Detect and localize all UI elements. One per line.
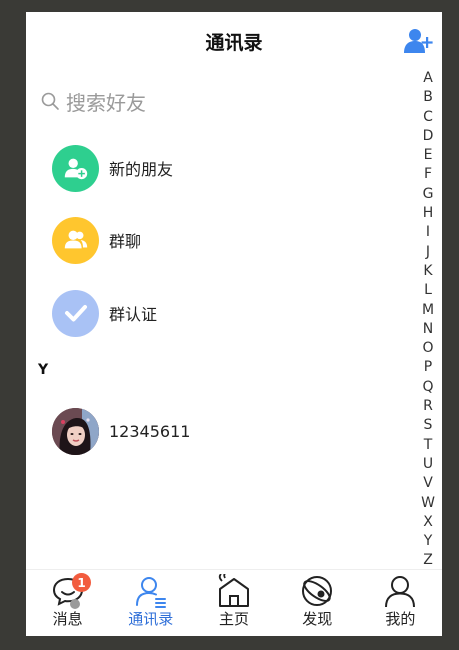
discover-icon: [302, 576, 333, 606]
index-letter[interactable]: Z: [423, 551, 433, 570]
index-letter[interactable]: I: [426, 223, 430, 242]
tab-profile[interactable]: 我的: [359, 570, 442, 636]
tab-bar: 1 消息 通讯录 主页 发现 我的: [26, 569, 442, 636]
new-friends-label: 新的朋友: [109, 160, 174, 179]
index-letter[interactable]: S: [424, 416, 433, 435]
tab-label: 主页: [219, 610, 250, 628]
contact-row[interactable]: 12345611: [52, 407, 190, 455]
tab-label: 通讯录: [128, 610, 174, 628]
index-letter[interactable]: H: [423, 204, 434, 223]
index-letter[interactable]: J: [426, 243, 430, 262]
search-bar[interactable]: 搜索好友: [40, 88, 146, 115]
new-friend-icon: [52, 144, 99, 192]
index-letter[interactable]: M: [422, 301, 434, 320]
index-letter[interactable]: X: [423, 513, 433, 532]
tab-label: 发现: [302, 610, 333, 628]
index-letter[interactable]: T: [424, 436, 433, 455]
index-letter[interactable]: V: [423, 474, 433, 493]
contacts-screen: 通讯录 搜索好友 新的朋友 群聊 群认证 Y 12345611 A B C D …: [26, 12, 442, 636]
index-letter[interactable]: N: [423, 320, 433, 339]
header-bar: 通讯录: [26, 12, 442, 68]
add-user-icon: [404, 29, 433, 53]
index-letter[interactable]: B: [423, 88, 433, 107]
add-friend-button[interactable]: [404, 28, 434, 54]
index-letter[interactable]: Y: [424, 532, 433, 551]
index-letter[interactable]: G: [423, 185, 434, 204]
search-placeholder: 搜索好友: [66, 90, 146, 115]
check-icon: [52, 289, 99, 337]
index-letter[interactable]: U: [423, 455, 433, 474]
new-friends-row[interactable]: 新的朋友: [52, 144, 173, 192]
index-letter[interactable]: K: [423, 262, 432, 281]
page-title: 通讯录: [205, 32, 263, 54]
index-letter[interactable]: O: [422, 339, 433, 358]
tab-label: 我的: [385, 610, 416, 628]
group-chat-icon: [52, 216, 99, 264]
tab-home[interactable]: 主页: [192, 570, 275, 636]
search-icon: [41, 92, 59, 110]
tab-messages[interactable]: 1 消息: [26, 570, 109, 636]
group-verify-label: 群认证: [109, 305, 158, 324]
unread-badge: 1: [72, 573, 91, 592]
index-letter[interactable]: P: [424, 358, 432, 377]
alphabet-index[interactable]: ABCDEFGHIJKLMNOPQRSTUVWXYZ: [420, 69, 436, 571]
index-letter[interactable]: Q: [422, 378, 433, 397]
index-letter[interactable]: C: [423, 108, 433, 127]
section-header: Y: [38, 362, 49, 378]
index-letter[interactable]: A: [423, 69, 433, 88]
profile-icon: [385, 576, 416, 608]
index-letter[interactable]: R: [423, 397, 433, 416]
index-letter[interactable]: E: [424, 146, 433, 165]
index-letter[interactable]: F: [424, 165, 432, 184]
status-dot: [70, 599, 80, 609]
group-verify-row[interactable]: 群认证: [52, 289, 157, 337]
group-chat-row[interactable]: 群聊: [52, 216, 141, 264]
group-chat-label: 群聊: [109, 232, 142, 251]
tab-contacts[interactable]: 通讯录: [109, 570, 192, 636]
tab-label: 消息: [52, 610, 83, 628]
contact-name: 12345611: [109, 421, 191, 441]
contacts-icon: [135, 577, 166, 608]
tab-discover[interactable]: 发现: [276, 570, 359, 636]
index-letter[interactable]: D: [423, 127, 434, 146]
home-icon: [218, 574, 249, 607]
index-letter[interactable]: L: [424, 281, 432, 300]
index-letter[interactable]: W: [421, 494, 435, 513]
contact-avatar: [52, 407, 99, 455]
